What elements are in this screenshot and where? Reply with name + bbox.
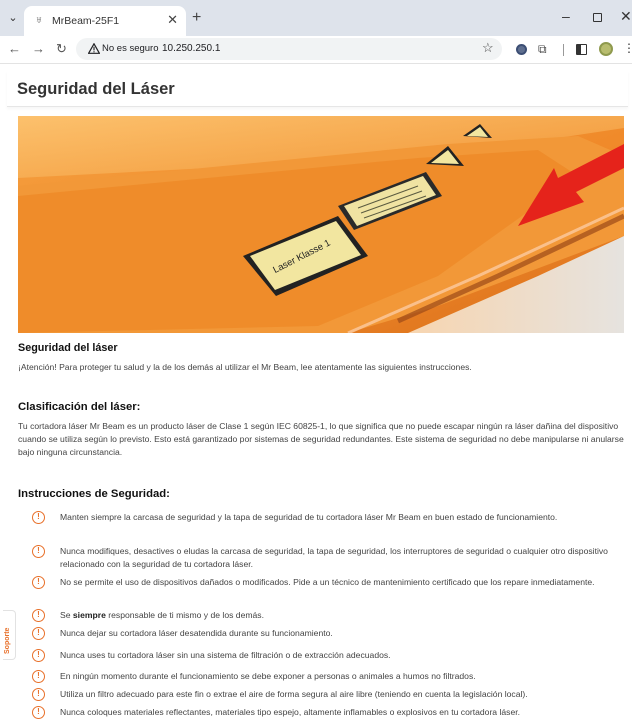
instruction-text: Nunca dejar su cortadora láser desatendi… [60, 628, 333, 638]
address-bar[interactable]: No es seguro 10.250.250.1 [76, 38, 502, 60]
page-title: Seguridad del Láser [17, 80, 175, 98]
tab-close-icon[interactable]: ✕ [167, 12, 178, 28]
reload-icon[interactable]: ↻ [56, 41, 67, 57]
laser-safety-hero-image: Laser Klasse 1 [18, 116, 624, 333]
instruction-text-prefix: Se [60, 610, 73, 620]
puzzle-icon[interactable]: ⧉ [538, 42, 547, 57]
minimize-icon[interactable]: – [562, 8, 570, 24]
favicon-icon: ♅ [35, 15, 43, 26]
classification-text: Tu cortadora láser Mr Beam es un product… [18, 421, 624, 457]
extension-icon[interactable] [516, 44, 527, 55]
instruction-text: No se permite el uso de dispositivos dañ… [60, 577, 595, 587]
back-arrow-icon[interactable]: ← [8, 41, 21, 57]
toolbar-divider [563, 44, 564, 56]
laser-lid-illustration: Laser Klasse 1 [18, 116, 624, 333]
security-warning-label[interactable]: No es seguro [102, 43, 159, 54]
tab-title: MrBeam-25F1 [52, 15, 120, 27]
instruction-item: ! Nunca coloques materiales reflectantes… [32, 706, 622, 720]
instruction-item: ! Se siempre responsable de ti mismo y d… [32, 609, 622, 627]
instruction-text: Nunca uses tu cortadora láser sin una si… [60, 650, 391, 660]
warning-triangle-icon[interactable] [88, 43, 100, 54]
info-circle-icon: ! [32, 706, 45, 719]
new-tab-plus-icon[interactable]: + [192, 9, 201, 27]
instruction-item: ! No se permite el uso de dispositivos d… [32, 576, 622, 609]
info-circle-icon: ! [32, 627, 45, 640]
info-circle-icon: ! [32, 545, 45, 558]
info-circle-icon: ! [32, 670, 45, 683]
support-side-tab[interactable]: Soporte [3, 610, 16, 660]
support-tab-label: Soporte [4, 627, 11, 654]
classification-heading: Clasificación del láser: [18, 401, 141, 413]
instruction-item: ! Nunca dejar su cortadora láser desaten… [32, 627, 622, 649]
safety-heading: Seguridad del láser [18, 342, 118, 354]
instruction-item: ! Nunca modifiques, desactives o eludas … [32, 545, 622, 576]
side-panel-icon[interactable] [576, 44, 587, 55]
page-header: Seguridad del Láser [7, 71, 628, 107]
instruction-text: En ningún momento durante el funcionamie… [60, 671, 476, 681]
instruction-text: Nunca coloques materiales reflectantes, … [60, 707, 521, 717]
browser-tab[interactable]: ♅ MrBeam-25F1 ✕ [24, 6, 186, 36]
instructions-heading: Instrucciones de Seguridad: [18, 488, 170, 500]
maximize-icon[interactable] [593, 13, 602, 22]
instruction-text: Utiliza un filtro adecuado para este fin… [60, 689, 528, 699]
window-close-icon[interactable]: ✕ [620, 8, 632, 25]
instruction-item: ! Manten siempre la carcasa de seguridad… [32, 511, 622, 545]
safety-text: ¡Atención! Para proteger tu salud y la d… [18, 362, 472, 372]
instruction-text-suffix: responsable de ti mismo y de los demás. [105, 610, 264, 620]
instruction-item: ! Nunca uses tu cortadora láser sin una … [32, 649, 622, 670]
info-circle-icon: ! [32, 649, 45, 662]
url-text[interactable]: 10.250.250.1 [162, 43, 220, 54]
info-circle-icon: ! [32, 511, 45, 524]
instruction-item: ! Utiliza un filtro adecuado para este f… [32, 688, 622, 706]
tab-search-chevron-down-icon[interactable]: ⌄ [6, 11, 20, 25]
info-circle-icon: ! [32, 688, 45, 701]
safety-instructions-list: ! Manten siempre la carcasa de seguridad… [32, 511, 622, 720]
bookmark-star-icon[interactable]: ☆ [482, 40, 494, 56]
info-circle-icon: ! [32, 609, 45, 622]
instruction-item: ! En ningún momento durante el funcionam… [32, 670, 622, 688]
instruction-text: Nunca modifiques, desactives o eludas la… [60, 546, 608, 569]
instruction-text: Manten siempre la carcasa de seguridad y… [60, 512, 558, 522]
more-vert-icon[interactable]: ⋮ [623, 41, 632, 55]
browser-tab-strip: ⌄ ♅ MrBeam-25F1 ✕ + – ✕ [0, 0, 632, 36]
info-circle-icon: ! [32, 576, 45, 589]
browser-toolbar: ← → ↻ No es seguro 10.250.250.1 ☆ ⧉ ⋮ [0, 36, 632, 64]
forward-arrow-icon[interactable]: → [32, 41, 45, 57]
instruction-text-bold: siempre [72, 610, 106, 620]
profile-avatar[interactable] [599, 42, 613, 56]
